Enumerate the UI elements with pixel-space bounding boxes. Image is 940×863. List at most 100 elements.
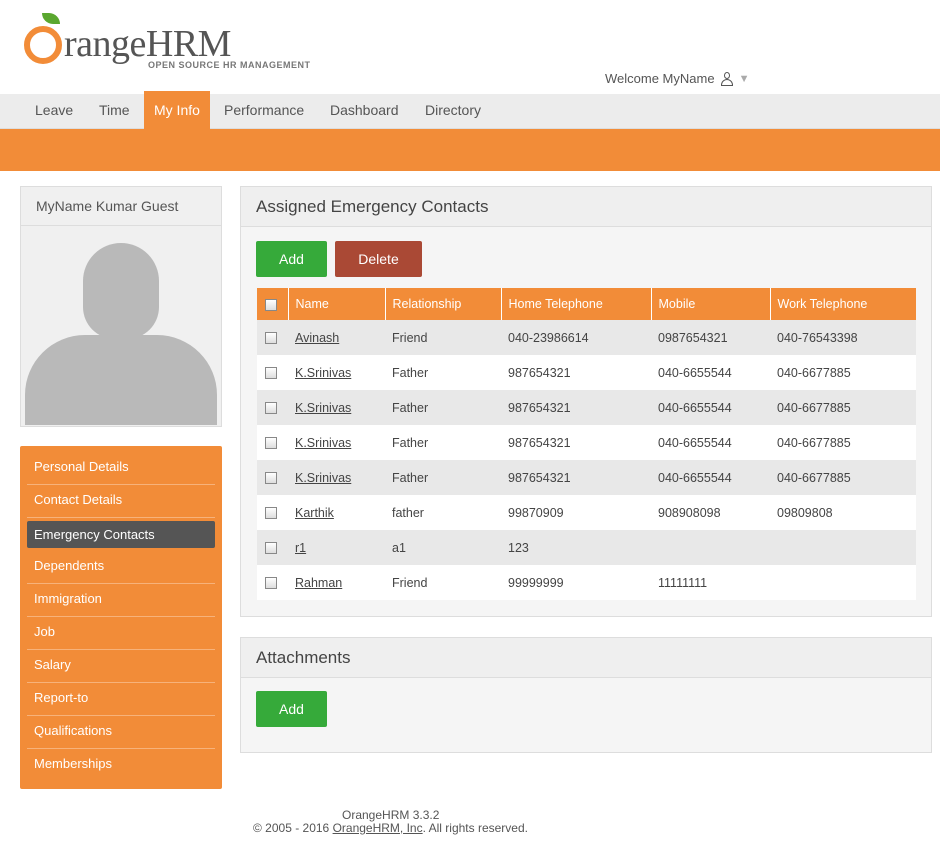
welcome-menu[interactable]: Welcome MyName ▼ xyxy=(605,71,749,86)
side-item-qualifications[interactable]: Qualifications xyxy=(27,716,215,749)
add-button[interactable]: Add xyxy=(256,241,327,277)
table-cell: Father xyxy=(385,460,501,495)
profile-card: MyName Kumar Guest xyxy=(20,186,222,427)
version-text: OrangeHRM 3.3.2 xyxy=(342,808,440,822)
delete-button[interactable]: Delete xyxy=(335,241,422,277)
table-cell: Father xyxy=(385,425,501,460)
row-checkbox[interactable] xyxy=(265,542,277,555)
table-cell: 11111111 xyxy=(651,565,770,600)
table-row: K.Srinivas Father 987654321 040-6655544 040-… xyxy=(257,355,916,390)
column-header[interactable]: Mobile xyxy=(651,288,771,320)
table-cell: Friend xyxy=(385,565,501,600)
contact-name-cell: Avinash xyxy=(288,320,385,355)
table-cell: 987654321 xyxy=(501,460,651,495)
company-link[interactable]: OrangeHRM, Inc xyxy=(333,821,423,835)
table-cell: 040-6677885 xyxy=(770,425,916,460)
nav-item-leave[interactable]: Leave xyxy=(22,94,86,129)
table-cell: 040-76543398 xyxy=(770,320,916,355)
row-checkbox[interactable] xyxy=(265,402,277,415)
contact-name-link[interactable]: K.Srinivas xyxy=(295,436,351,450)
nav-item-directory[interactable]: Directory xyxy=(412,94,494,129)
column-header[interactable]: Relationship xyxy=(385,288,502,320)
nav-item-time[interactable]: Time xyxy=(86,94,143,129)
row-checkbox[interactable] xyxy=(265,332,277,345)
side-item-personal-details[interactable]: Personal Details xyxy=(27,452,215,485)
table-header-row: Name Relationship Home Telephone Mobile … xyxy=(257,288,916,320)
side-item-dependents[interactable]: Dependents xyxy=(27,551,215,584)
profile-name: MyName Kumar Guest xyxy=(21,187,221,226)
side-menu: Personal Details Contact Details Emergen… xyxy=(20,446,222,789)
contact-name-link[interactable]: Rahman xyxy=(295,576,342,590)
nav-item-performance[interactable]: Performance xyxy=(211,94,317,129)
contact-name-link[interactable]: r1 xyxy=(295,541,306,555)
contact-name-link[interactable]: K.Srinivas xyxy=(295,401,351,415)
column-header[interactable]: Work Telephone xyxy=(770,288,916,320)
side-item-memberships[interactable]: Memberships xyxy=(27,749,215,782)
table-row: Avinash Friend 040-23986614 0987654321 040-7… xyxy=(257,320,916,355)
table-cell: 040-6677885 xyxy=(770,355,916,390)
row-checkbox[interactable] xyxy=(265,437,277,450)
row-checkbox[interactable] xyxy=(265,367,277,380)
table-cell: 040-6677885 xyxy=(770,460,916,495)
table-cell: 040-6655544 xyxy=(651,390,770,425)
logo-o-mark xyxy=(24,26,62,64)
table-row: r1 a1 123 xyxy=(257,530,916,565)
emergency-contacts-table: Name Relationship Home Telephone Mobile … xyxy=(257,288,916,600)
contact-name-link[interactable]: Karthik xyxy=(295,506,334,520)
table-row: K.Srinivas Father 987654321 040-6655544 040-… xyxy=(257,460,916,495)
contact-name-link[interactable]: K.Srinivas xyxy=(295,471,351,485)
chevron-down-icon: ▼ xyxy=(738,72,750,85)
column-header[interactable]: Name xyxy=(288,288,386,320)
contact-name-cell: K.Srinivas xyxy=(288,460,385,495)
table-cell: 99870909 xyxy=(501,495,651,530)
table-cell: Father xyxy=(385,355,501,390)
row-checkbox-cell xyxy=(257,355,288,390)
profile-photo[interactable] xyxy=(23,227,219,425)
row-checkbox[interactable] xyxy=(265,507,277,520)
table-cell: 99999999 xyxy=(501,565,651,600)
contact-name-cell: Karthik xyxy=(288,495,385,530)
add-attachment-button[interactable]: Add xyxy=(256,691,327,727)
contact-name-cell: r1 xyxy=(288,530,385,565)
side-item-emergency-contacts[interactable]: Emergency Contacts xyxy=(27,521,215,548)
copyright-prefix: © 2005 - 2016 xyxy=(253,821,333,835)
select-all-checkbox[interactable] xyxy=(265,298,277,311)
table-cell: father xyxy=(385,495,501,530)
table-cell: 040-6677885 xyxy=(770,390,916,425)
side-item-job[interactable]: Job xyxy=(27,617,215,650)
side-item-immigration[interactable]: Immigration xyxy=(27,584,215,617)
table-row: K.Srinivas Father 987654321 040-6655544 040-… xyxy=(257,425,916,460)
row-checkbox-cell xyxy=(257,390,288,425)
table-cell: 908908098 xyxy=(651,495,770,530)
attachments-panel: Attachments Add xyxy=(240,637,932,753)
orangehrm-logo: rangeHRM OPEN SOURCE HR MANAGEMENT xyxy=(24,12,314,72)
row-checkbox-cell xyxy=(257,320,288,355)
panel-title: Assigned Emergency Contacts xyxy=(241,187,931,227)
table-row: K.Srinivas Father 987654321 040-6655544 040-… xyxy=(257,390,916,425)
table-cell: 987654321 xyxy=(501,390,651,425)
leaf-icon xyxy=(42,13,60,24)
nav-item-my-info[interactable]: My Info xyxy=(144,91,210,129)
side-item-contact-details[interactable]: Contact Details xyxy=(27,485,215,518)
side-item-salary[interactable]: Salary xyxy=(27,650,215,683)
contact-name-link[interactable]: Avinash xyxy=(295,331,339,345)
row-checkbox-cell xyxy=(257,530,288,565)
nav-item-dashboard[interactable]: Dashboard xyxy=(317,94,412,129)
row-checkbox[interactable] xyxy=(265,577,277,590)
row-checkbox[interactable] xyxy=(265,472,277,485)
copyright-text: © 2005 - 2016 OrangeHRM, Inc. All rights… xyxy=(253,821,528,835)
column-header[interactable]: Home Telephone xyxy=(501,288,652,320)
side-item-report-to[interactable]: Report-to xyxy=(27,683,215,716)
sub-nav-band xyxy=(0,129,940,171)
welcome-text: Welcome MyName xyxy=(605,71,715,86)
contact-name-link[interactable]: K.Srinivas xyxy=(295,366,351,380)
table-row: Karthik father 99870909 908908098 09809808 xyxy=(257,495,916,530)
table-cell: Father xyxy=(385,390,501,425)
table-row: Rahman Friend 99999999 11111111 xyxy=(257,565,916,600)
table-cell xyxy=(770,530,916,565)
avatar-head-shape xyxy=(83,243,159,339)
table-cell xyxy=(770,565,916,600)
copyright-suffix: . All rights reserved. xyxy=(422,821,528,835)
table-cell: Friend xyxy=(385,320,501,355)
row-checkbox-cell xyxy=(257,425,288,460)
